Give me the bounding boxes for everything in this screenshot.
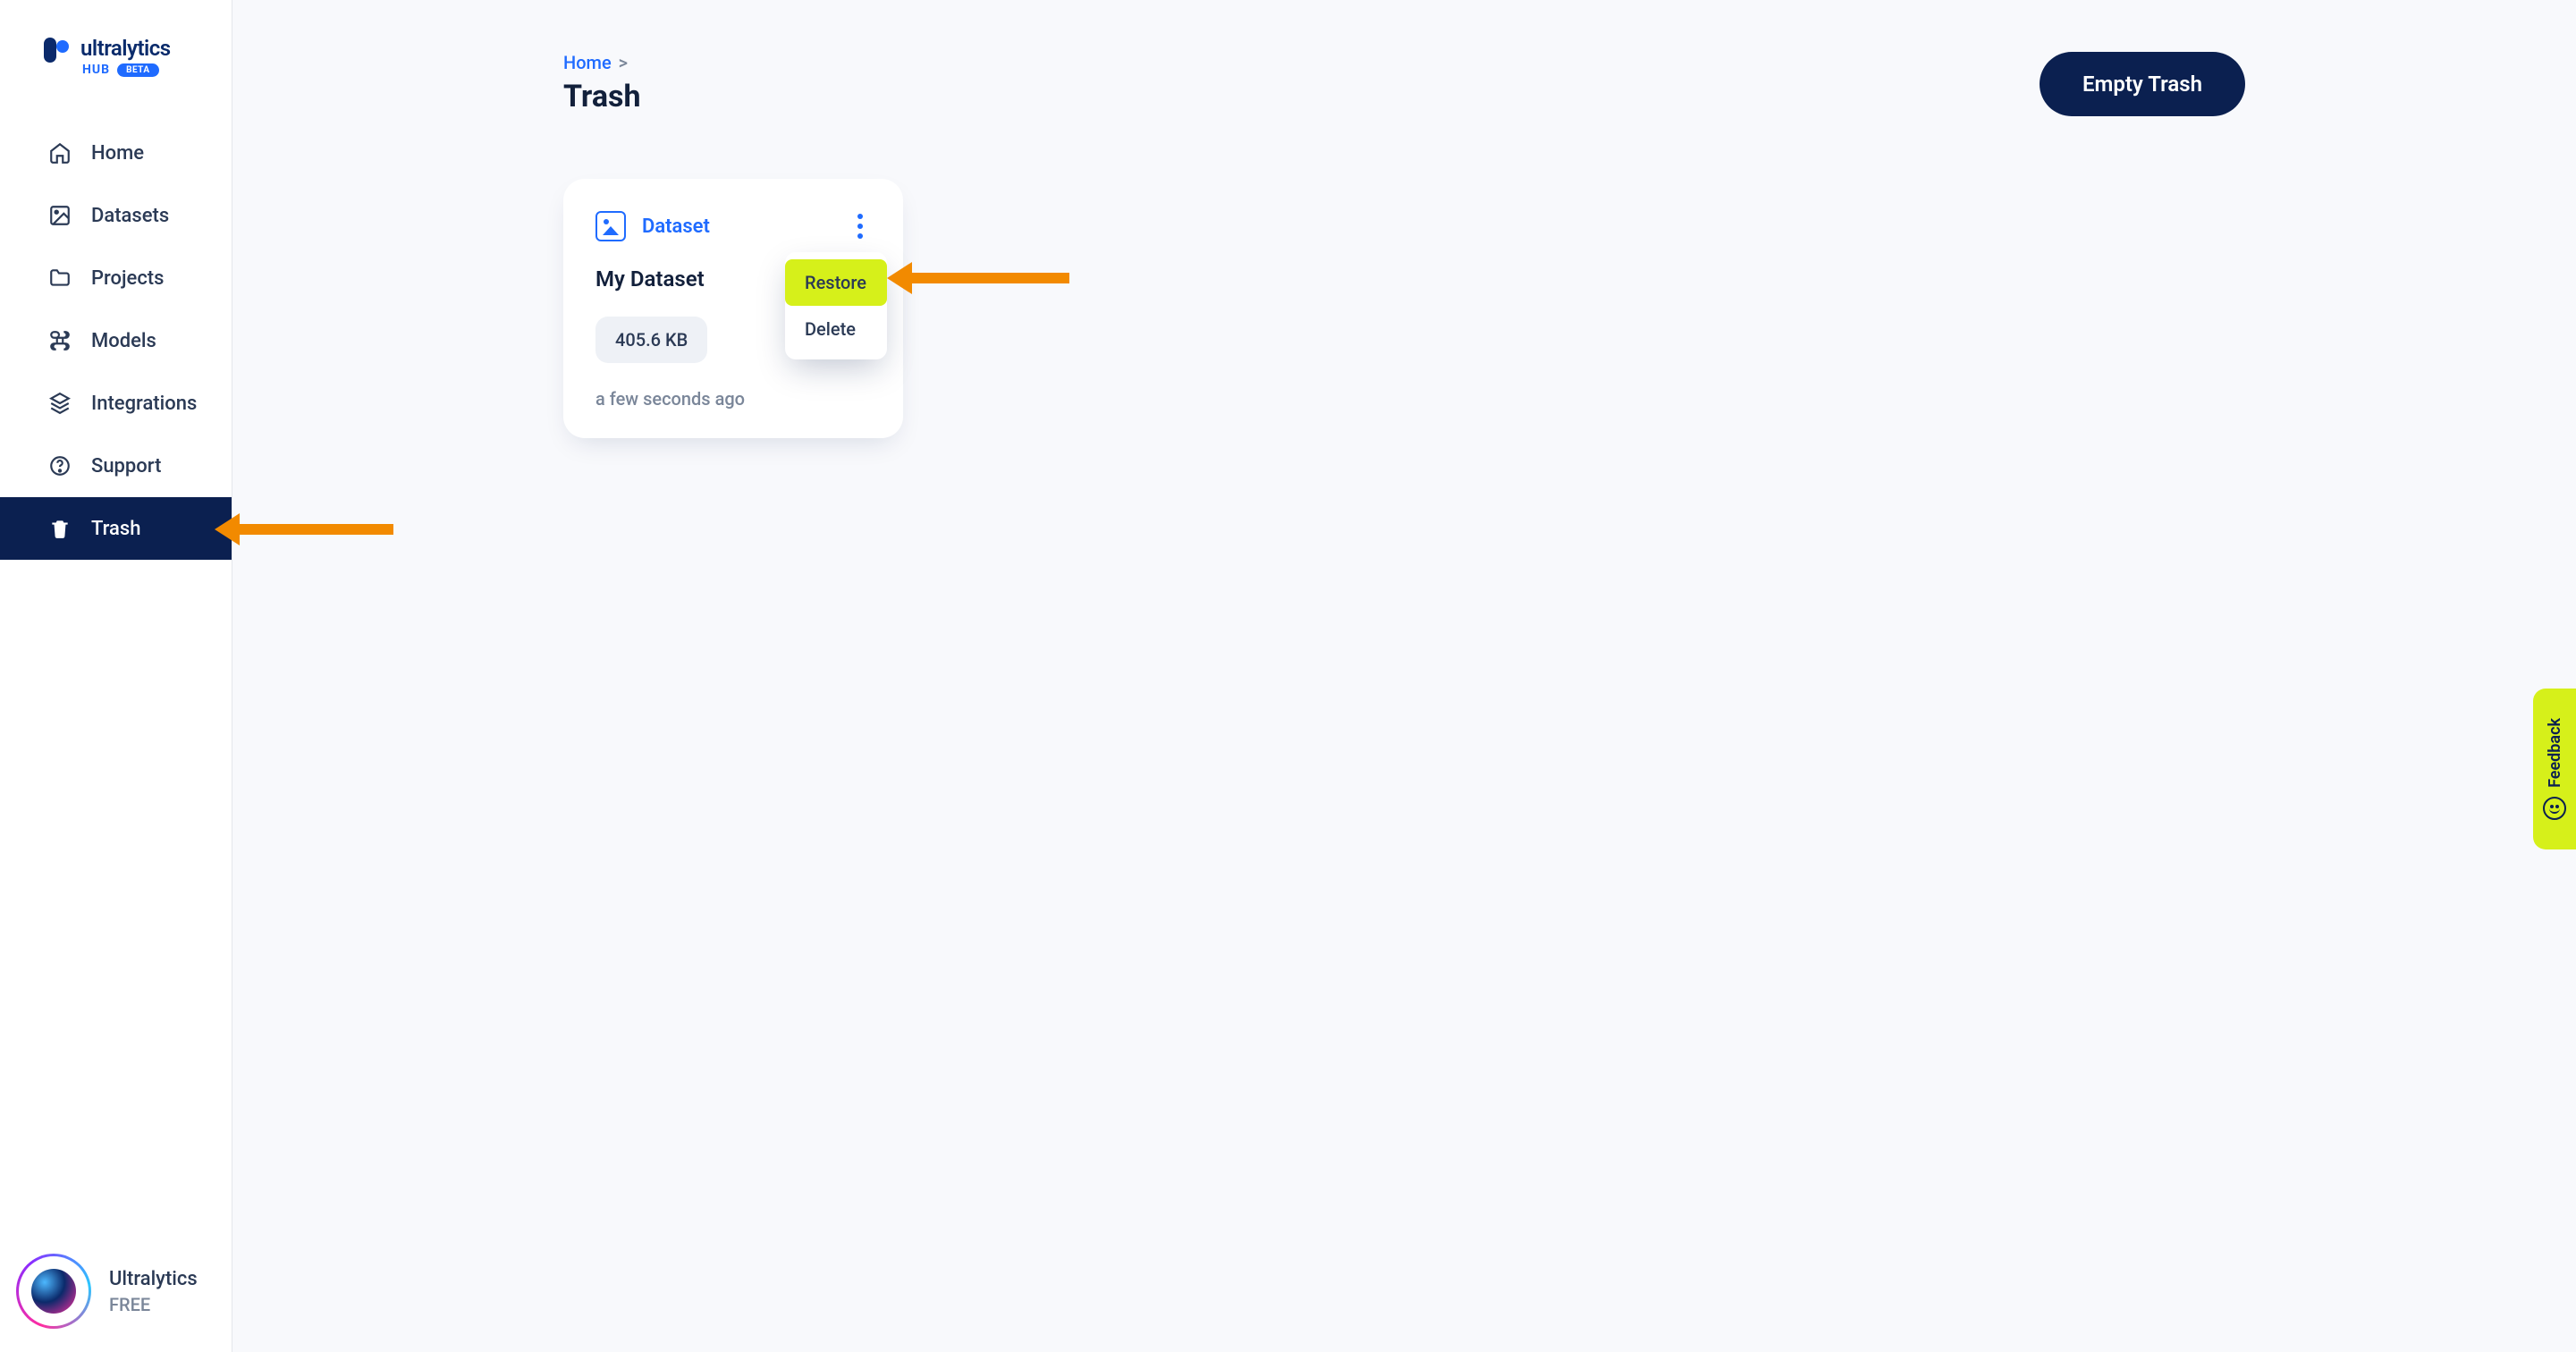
sidebar-item-label: Models xyxy=(91,330,156,352)
sidebar-item-models[interactable]: Models xyxy=(0,309,232,372)
feedback-label: Feedback xyxy=(2546,718,2564,788)
logo-mark-icon xyxy=(43,38,70,75)
sidebar-item-label: Projects xyxy=(91,267,164,290)
context-menu-delete[interactable]: Delete xyxy=(785,306,887,352)
folder-icon xyxy=(48,266,72,290)
user-plan: FREE xyxy=(109,1294,198,1315)
trash-icon xyxy=(48,517,72,540)
sidebar-item-projects[interactable]: Projects xyxy=(0,247,232,309)
dataset-size-chip: 405.6 KB xyxy=(595,317,707,363)
breadcrumb-root[interactable]: Home xyxy=(563,52,612,73)
layers-icon xyxy=(48,392,72,415)
smile-icon xyxy=(2543,797,2566,820)
dataset-type-icon xyxy=(595,211,626,241)
brand-name: ultralytics xyxy=(80,36,171,61)
breadcrumb-separator: > xyxy=(619,52,628,73)
sidebar-item-integrations[interactable]: Integrations xyxy=(0,372,232,435)
beta-badge: BETA xyxy=(117,63,159,77)
annotation-arrow-sidebar xyxy=(215,513,393,545)
feedback-tab[interactable]: Feedback xyxy=(2533,689,2576,849)
user-name: Ultralytics xyxy=(109,1268,198,1290)
brand-sub: HUB xyxy=(82,63,110,77)
sidebar-item-datasets[interactable]: Datasets xyxy=(0,184,232,247)
context-menu-restore[interactable]: Restore xyxy=(785,259,887,306)
sidebar-item-label: Integrations xyxy=(91,393,197,415)
sidebar-item-label: Trash xyxy=(91,518,140,540)
sidebar-item-support[interactable]: Support xyxy=(0,435,232,497)
logo[interactable]: ultralytics HUB BETA xyxy=(0,0,232,104)
empty-trash-button[interactable]: Empty Trash xyxy=(2040,52,2245,116)
sidebar-item-label: Home xyxy=(91,142,144,165)
card-menu-button[interactable] xyxy=(849,211,871,241)
annotation-arrow-restore xyxy=(887,262,1069,294)
user-section[interactable]: Ultralytics FREE xyxy=(16,1254,198,1329)
dataset-time: a few seconds ago xyxy=(595,388,871,410)
help-icon xyxy=(48,454,72,477)
dataset-type-label: Dataset xyxy=(642,215,710,238)
avatar xyxy=(16,1254,91,1329)
image-icon xyxy=(48,204,72,227)
sidebar: ultralytics HUB BETA Home Datasets xyxy=(0,0,232,1352)
context-menu: Restore Delete xyxy=(785,252,887,359)
sidebar-item-label: Support xyxy=(91,455,161,477)
sidebar-item-label: Datasets xyxy=(91,205,169,227)
home-icon xyxy=(48,141,72,165)
sidebar-item-trash[interactable]: Trash xyxy=(0,497,232,560)
nav: Home Datasets Projects Models Integratio… xyxy=(0,122,232,560)
command-icon xyxy=(48,329,72,352)
sidebar-item-home[interactable]: Home xyxy=(0,122,232,184)
